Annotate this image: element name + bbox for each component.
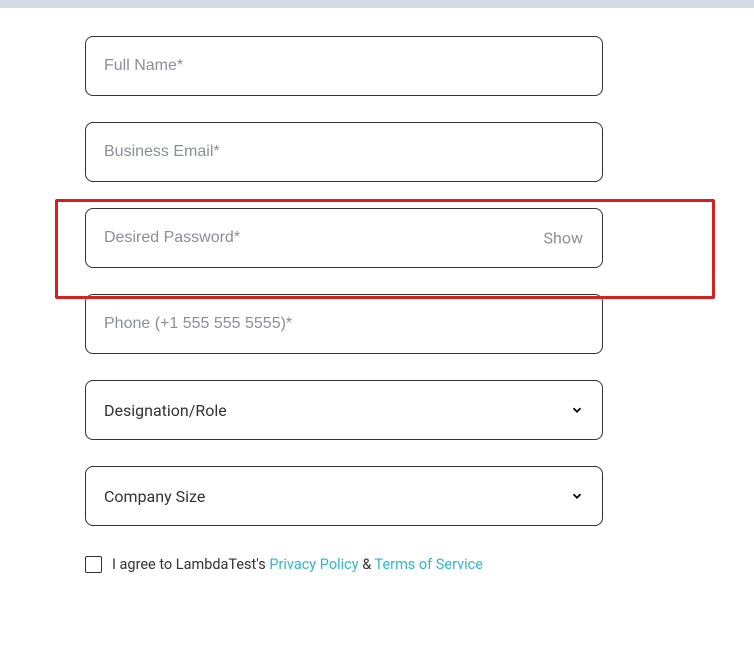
phone-input[interactable] (85, 294, 603, 354)
top-bar (0, 0, 754, 8)
chevron-down-icon (570, 489, 584, 503)
business-email-input[interactable] (85, 122, 603, 182)
chevron-down-icon (570, 403, 584, 417)
password-input[interactable] (85, 208, 603, 268)
show-password-toggle[interactable]: Show (544, 229, 583, 248)
company-size-label: Company Size (104, 487, 205, 506)
agree-checkbox[interactable] (85, 556, 102, 573)
designation-select[interactable]: Designation/Role (85, 380, 603, 440)
agree-prefix: I agree to LambdaTest's (112, 556, 269, 573)
signup-form: Show Designation/Role Company Size I agr… (0, 8, 754, 573)
agree-text: I agree to LambdaTest's Privacy Policy &… (112, 556, 483, 573)
full-name-input[interactable] (85, 36, 603, 96)
password-row: Show (85, 208, 603, 268)
company-size-select[interactable]: Company Size (85, 466, 603, 526)
designation-label: Designation/Role (104, 401, 227, 420)
privacy-policy-link[interactable]: Privacy Policy (269, 556, 358, 573)
terms-of-service-link[interactable]: Terms of Service (375, 556, 483, 573)
agree-ampersand: & (359, 556, 375, 573)
agree-row: I agree to LambdaTest's Privacy Policy &… (85, 556, 669, 573)
